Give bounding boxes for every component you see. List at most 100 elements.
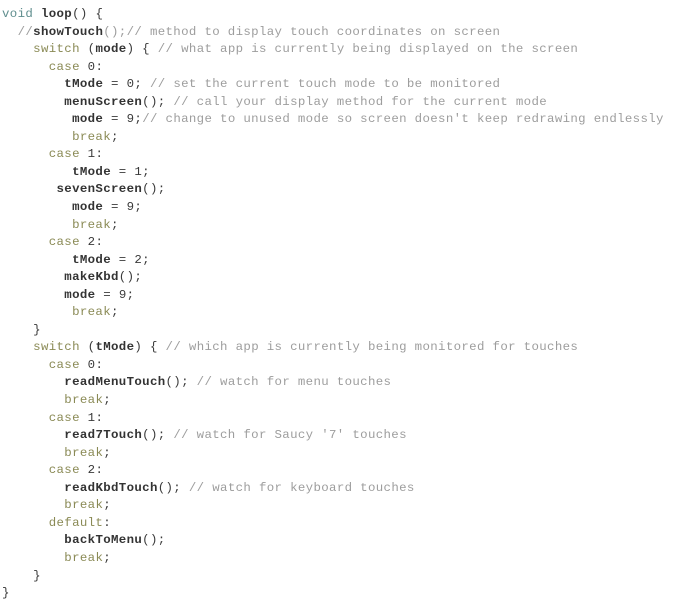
code-token-keyword: break [72,129,112,144]
code-token-func: loop [40,7,73,21]
code-line[interactable]: break; [0,129,684,147]
code-token-type: void [2,7,34,21]
code-line[interactable]: switch (mode) { // what app is currently… [0,41,684,59]
code-token-punct: ; [134,200,143,215]
code-token-punct: () { [72,7,104,21]
code-token-punct: } [33,568,41,583]
code-line[interactable]: } [0,568,684,586]
code-line[interactable]: case 2: [0,462,684,480]
code-token-punct: ; [111,217,119,232]
code-line[interactable]: default: [0,515,684,533]
code-token-punct: (); [157,480,189,495]
code-token-punct: : [95,59,104,74]
code-token-punct: : [103,515,112,530]
code-token-punct: : [95,235,104,250]
code-line[interactable]: break; [0,550,684,568]
code-line[interactable]: case 1: [0,410,684,428]
code-token-plain: = [111,252,135,267]
code-line[interactable]: backToMenu(); [0,532,684,550]
code-token-func: readKbdTouch [64,480,158,495]
code-line[interactable]: menuScreen(); // call your display metho… [0,94,684,112]
code-line[interactable]: void loop() { [0,6,684,24]
code-line[interactable]: } [0,322,684,340]
code-listing[interactable]: void loop() { //showTouch();// method to… [0,0,684,600]
code-token-comment: // watch for Saucy '7' touches [173,428,407,443]
code-token-punct: } [33,322,41,337]
code-line[interactable]: break; [0,304,684,322]
code-token-punct: ; [142,164,150,179]
code-line[interactable]: break; [0,497,684,515]
code-token-comment: // what app is currently being displayed… [157,42,579,57]
code-line[interactable]: case 2: [0,234,684,252]
code-line[interactable]: tMode = 2; [0,252,684,270]
code-token-keyword: default [48,515,104,530]
code-token-comment: // which app is currently being monitore… [165,340,579,355]
code-token-plain: ( [79,42,96,57]
code-token-punct: ; [142,252,150,267]
code-line[interactable]: mode = 9; [0,287,684,305]
code-token-punct: ; [111,305,119,320]
code-token-keyword: case [48,59,80,74]
code-token-keyword: case [48,410,80,425]
code-line[interactable]: mode = 9;// change to unused mode so scr… [0,111,684,129]
code-line[interactable]: mode = 9; [0,199,684,217]
code-line[interactable]: readKbdTouch(); // watch for keyboard to… [0,480,684,498]
code-line[interactable]: readMenuTouch(); // watch for menu touch… [0,374,684,392]
code-line[interactable]: break; [0,392,684,410]
code-token-plain: = [111,164,135,179]
code-line[interactable]: //showTouch();// method to display touch… [0,24,684,42]
code-line[interactable]: tMode = 1; [0,164,684,182]
code-line[interactable]: case 0: [0,59,684,77]
code-token-plain: = [95,287,119,302]
code-line[interactable]: read7Touch(); // watch for Saucy '7' tou… [0,427,684,445]
code-token-plain: = [103,77,127,92]
code-token-func: mode [72,200,104,215]
code-token-keyword: break [64,445,104,460]
code-line[interactable]: case 0: [0,357,684,375]
code-token-punct: (); [142,533,166,548]
code-token-keyword: switch [33,42,80,57]
code-token-func: readMenuTouch [64,375,166,390]
code-token-comment: // set the current touch mode to be moni… [149,77,501,92]
code-token-punct: (); [165,375,197,390]
code-line[interactable]: break; [0,445,684,463]
code-line[interactable]: makeKbd(); [0,269,684,287]
code-token-punct: : [95,463,104,478]
code-token-number: 9 [118,287,127,302]
code-line[interactable]: break; [0,217,684,235]
code-line[interactable]: switch (tMode) { // which app is current… [0,339,684,357]
code-token-punct: ; [103,550,112,565]
code-token-punct: : [95,147,104,162]
code-token-func: read7Touch [64,428,143,443]
code-token-punct: : [95,410,104,425]
code-line[interactable]: sevenScreen(); [0,181,684,199]
code-token-func: tMode [72,252,112,267]
code-token-keyword: break [72,217,112,232]
code-line[interactable]: tMode = 0; // set the current touch mode… [0,76,684,94]
code-line[interactable]: case 1: [0,146,684,164]
